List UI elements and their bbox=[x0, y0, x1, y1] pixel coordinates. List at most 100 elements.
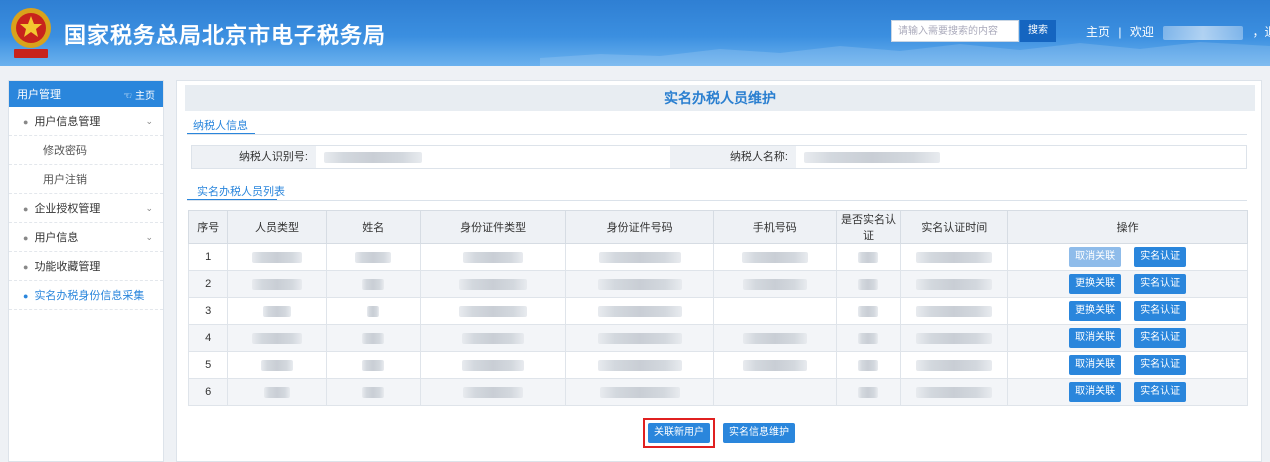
table-row: 3 更换关联 实名认证 bbox=[187, 297, 1248, 325]
redacted-cell bbox=[712, 324, 837, 352]
bullet-icon: ● bbox=[23, 117, 29, 127]
realname-auth-button[interactable]: 实名认证 bbox=[1134, 355, 1187, 375]
redacted-cell bbox=[712, 270, 837, 298]
redacted-cell bbox=[565, 351, 714, 379]
col-header: 身份证件类型 bbox=[419, 210, 567, 244]
tab-divider bbox=[187, 134, 1247, 135]
redacted-cell bbox=[227, 324, 327, 352]
redacted-cell bbox=[227, 351, 327, 379]
change-link-button[interactable]: 更换关联 bbox=[1069, 301, 1122, 321]
table-row: 4 取消关联 实名认证 bbox=[187, 324, 1248, 352]
col-header: 人员类型 bbox=[227, 210, 327, 244]
sidebar: 用户管理 ☜ 主页 ● 用户信息管理 ⌄ 修改密码 用户注销 ● 企业授权管理 ⌄ … bbox=[8, 80, 164, 462]
redacted-cell bbox=[419, 351, 567, 379]
logout-link[interactable]: ，退出 bbox=[1253, 23, 1270, 40]
bullet-icon: ● bbox=[23, 262, 29, 272]
sidebar-item-change-password[interactable]: 修改密码 bbox=[9, 136, 163, 165]
redacted-cell bbox=[900, 243, 1009, 271]
redacted-cell bbox=[900, 297, 1009, 325]
top-header: 国家税务总局北京市电子税务局 搜索 主页 | 欢迎 ，退出 bbox=[0, 0, 1270, 66]
user-name-redacted bbox=[1163, 25, 1244, 40]
redacted-cell bbox=[227, 297, 327, 325]
page-title: 实名办税人员维护 bbox=[185, 85, 1255, 111]
realname-auth-button[interactable]: 实名认证 bbox=[1134, 247, 1187, 267]
redacted-cell bbox=[419, 378, 567, 406]
redacted-cell bbox=[419, 243, 567, 271]
actions-cell: 取消关联 实名认证 bbox=[1007, 324, 1248, 352]
realname-auth-button[interactable]: 实名认证 bbox=[1134, 382, 1187, 402]
sidebar-item-enterprise-auth[interactable]: ● 企业授权管理 ⌄ bbox=[9, 194, 163, 223]
search-button[interactable]: 搜索 bbox=[1020, 20, 1056, 42]
row-number: 6 bbox=[187, 378, 229, 406]
taxpayer-id-value bbox=[316, 146, 670, 168]
home-link[interactable]: 主页 bbox=[1086, 23, 1110, 40]
sidebar-item-user-info[interactable]: ● 用户信息 ⌄ bbox=[9, 223, 163, 252]
sidebar-header: 用户管理 ☜ 主页 bbox=[9, 81, 163, 107]
redacted-cell bbox=[565, 324, 714, 352]
realname-staff-table: 序号 人员类型 姓名 身份证件类型 身份证件号码 手机号码 是否实名认证 实名认… bbox=[187, 210, 1248, 406]
sidebar-item-user-info-mgmt[interactable]: ● 用户信息管理 ⌄ bbox=[9, 107, 163, 136]
col-header: 身份证件号码 bbox=[565, 210, 714, 244]
redacted-cell bbox=[325, 324, 422, 352]
highlight-box: 关联新用户 bbox=[643, 418, 715, 448]
unlink-button[interactable]: 取消关联 bbox=[1069, 247, 1122, 267]
redacted-cell bbox=[835, 270, 902, 298]
nav-separator: | bbox=[1118, 25, 1122, 39]
sidebar-title: 用户管理 bbox=[17, 89, 61, 101]
bottom-actions: 关联新用户 实名信息维护 bbox=[643, 418, 795, 448]
home-icon: ☜ bbox=[123, 90, 135, 102]
actions-cell: 取消关联 实名认证 bbox=[1007, 378, 1248, 406]
sidebar-item-deregister[interactable]: 用户注销 bbox=[9, 165, 163, 194]
bullet-icon: ● bbox=[23, 291, 29, 301]
actions-cell: 取消关联 实名认证 bbox=[1007, 243, 1248, 271]
table-row: 2 更换关联 实名认证 bbox=[187, 270, 1248, 298]
tab-divider bbox=[187, 200, 1247, 201]
realname-auth-button[interactable]: 实名认证 bbox=[1134, 328, 1187, 348]
actions-cell: 更换关联 实名认证 bbox=[1007, 270, 1248, 298]
realname-auth-button[interactable]: 实名认证 bbox=[1134, 301, 1187, 321]
redacted-cell bbox=[835, 297, 902, 325]
redacted-cell bbox=[565, 270, 714, 298]
redacted-cell bbox=[227, 270, 327, 298]
site-title: 国家税务总局北京市电子税务局 bbox=[64, 23, 387, 48]
sidebar-item-favorites[interactable]: ● 功能收藏管理 bbox=[9, 252, 163, 281]
row-number: 3 bbox=[187, 297, 229, 325]
bullet-icon: ● bbox=[23, 233, 29, 243]
actions-cell: 更换关联 实名认证 bbox=[1007, 297, 1248, 325]
table-row: 6 取消关联 实名认证 bbox=[187, 378, 1248, 406]
redacted-cell bbox=[565, 297, 714, 325]
sidebar-item-realname-collect[interactable]: ● 实名办税身份信息采集 bbox=[9, 281, 163, 310]
chevron-down-icon: ⌄ bbox=[145, 231, 153, 242]
realname-auth-button[interactable]: 实名认证 bbox=[1134, 274, 1187, 294]
realname-maintain-button[interactable]: 实名信息维护 bbox=[723, 423, 795, 443]
redacted-cell bbox=[900, 324, 1009, 352]
unlink-button[interactable]: 取消关联 bbox=[1069, 355, 1122, 375]
chevron-down-icon: ⌄ bbox=[145, 115, 153, 126]
bullet-icon: ● bbox=[23, 204, 29, 214]
col-header: 实名认证时间 bbox=[900, 210, 1009, 244]
row-number: 1 bbox=[187, 243, 229, 271]
redacted-cell bbox=[565, 378, 714, 406]
redacted-cell bbox=[565, 243, 714, 271]
unlink-button[interactable]: 取消关联 bbox=[1069, 382, 1122, 402]
redacted-cell bbox=[227, 243, 327, 271]
great-wall-decoration bbox=[540, 42, 1270, 66]
redacted-cell bbox=[325, 270, 422, 298]
sidebar-home-link[interactable]: ☜ 主页 bbox=[123, 87, 155, 102]
tab-realname-list[interactable]: 实名办税人员列表 bbox=[197, 183, 285, 199]
redacted-cell bbox=[419, 297, 567, 325]
change-link-button[interactable]: 更换关联 bbox=[1069, 274, 1122, 294]
main-panel: 实名办税人员维护 纳税人信息 纳税人识别号: 纳税人名称: 实名办税人员列表 序… bbox=[176, 80, 1262, 462]
redacted-cell bbox=[419, 270, 567, 298]
search-input[interactable] bbox=[891, 20, 1019, 42]
taxpayer-name-value bbox=[796, 146, 1246, 168]
actions-cell: 取消关联 实名认证 bbox=[1007, 351, 1248, 379]
row-number: 4 bbox=[187, 324, 229, 352]
link-new-user-button[interactable]: 关联新用户 bbox=[648, 423, 710, 443]
table-header-row: 序号 人员类型 姓名 身份证件类型 身份证件号码 手机号码 是否实名认证 实名认… bbox=[187, 210, 1248, 244]
tab-taxpayer-info[interactable]: 纳税人信息 bbox=[193, 117, 248, 133]
redacted-cell bbox=[325, 297, 422, 325]
chevron-down-icon: ⌄ bbox=[145, 202, 153, 213]
table-row: 1 取消关联 实名认证 bbox=[187, 243, 1248, 271]
unlink-button[interactable]: 取消关联 bbox=[1069, 328, 1122, 348]
